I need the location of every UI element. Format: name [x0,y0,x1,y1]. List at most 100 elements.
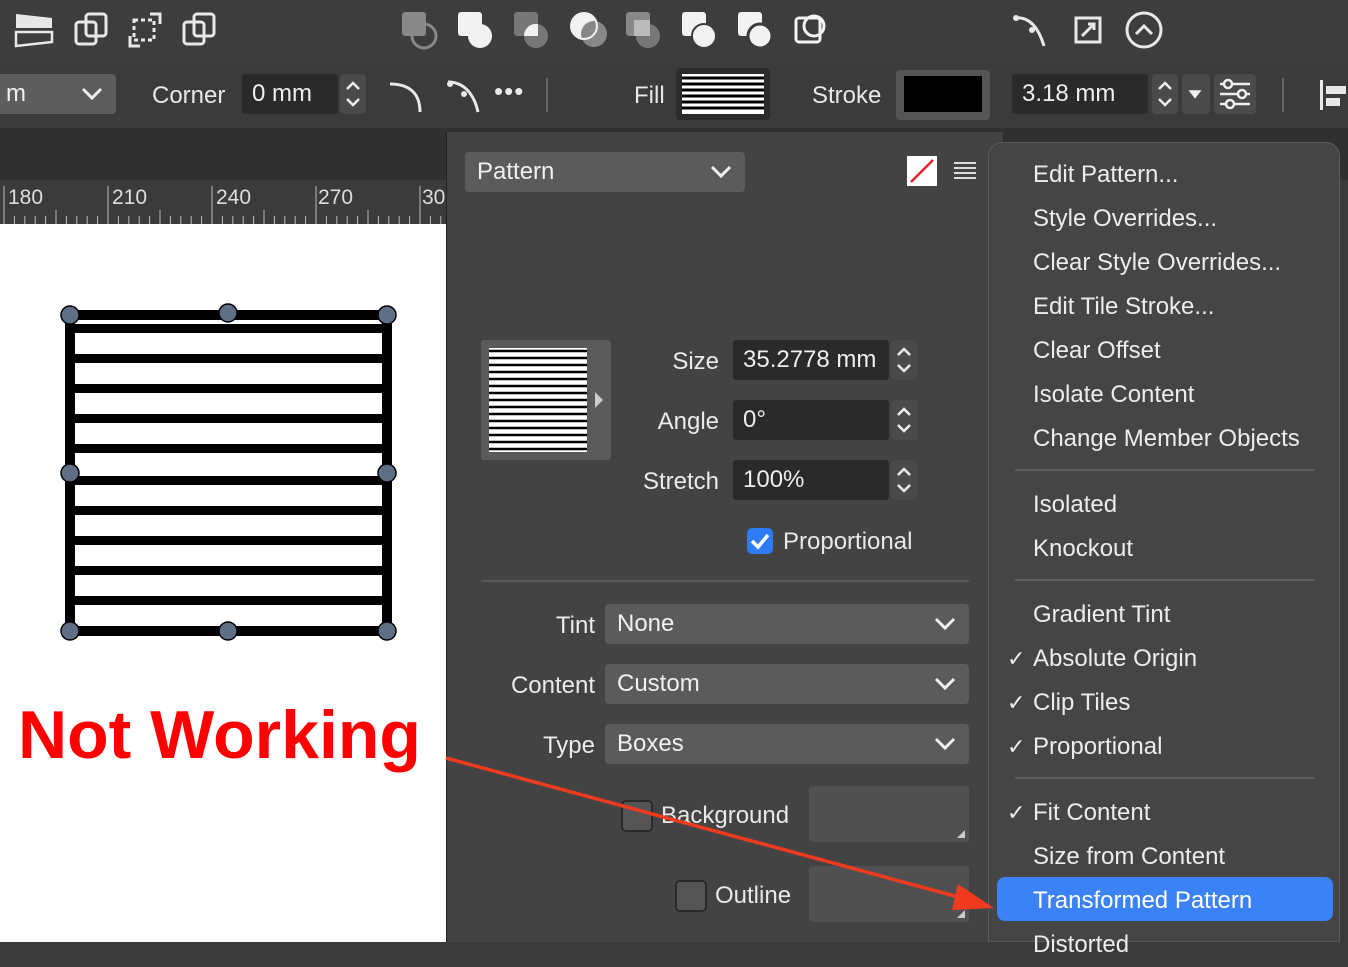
menu-item-change-member-objects[interactable]: Change Member Objects [1033,417,1300,461]
divider [1282,78,1284,112]
angle-stepper[interactable] [891,400,917,440]
subtract-icon[interactable] [398,8,442,52]
menu-item-absolute-origin[interactable]: Absolute Origin [1033,637,1197,681]
intersect-icon[interactable] [510,8,554,52]
more-icon[interactable]: ••• [494,76,524,107]
stretch-stepper[interactable] [891,460,917,500]
background-label: Background [661,802,790,829]
ruler-label: 240 [216,186,252,209]
angle-input[interactable]: 0° [733,400,889,440]
menu-item-edit-tile-stroke[interactable]: Edit Tile Stroke... [1033,285,1214,329]
path-tool-icon[interactable] [442,74,484,116]
ruler-label: 270 [318,186,354,209]
menu-item-knockout[interactable]: Knockout [1033,527,1133,571]
menu-item-distorted[interactable]: Distorted [1033,923,1129,967]
no-fill-icon[interactable] [907,156,937,186]
size-stepper[interactable] [891,340,917,380]
content-label: Content [510,672,595,699]
menu-item-clear-offset[interactable]: Clear Offset [1033,329,1161,373]
stroke-settings-icon[interactable] [1214,74,1256,114]
background-checkbox[interactable] [621,800,653,832]
stroke-swatch[interactable] [896,70,990,120]
type-label: Type [542,732,595,759]
menu-lines-icon[interactable] [951,156,979,186]
horizontal-ruler: 180 210 240 270 30 [0,180,446,225]
fill-type-dropdown[interactable]: Pattern [465,152,745,192]
type-dropdown[interactable]: Boxes [605,724,969,764]
menu-item-fit-content[interactable]: Fit Content [1033,791,1150,835]
check-icon: ✓ [1007,800,1026,825]
menu-item-clip-tiles[interactable]: Clip Tiles [1033,681,1130,725]
corner-type-icon[interactable] [386,76,430,116]
flip-icon[interactable] [12,8,56,52]
menu-item-style-overrides[interactable]: Style Overrides... [1033,197,1217,241]
fill-panel: Pattern Size 35.2778 mm Angle 0° Stretch… [446,132,1003,942]
divide-icon[interactable] [622,8,666,52]
ruler-label: 210 [112,186,148,209]
corner-stepper[interactable] [340,74,366,114]
chevron-down-icon [934,737,956,751]
menu-item-isolated[interactable]: Isolated [1033,483,1117,527]
stroke-width-stepper[interactable] [1152,74,1178,114]
align-icon[interactable] [124,8,168,52]
xor-icon[interactable] [566,8,610,52]
fill-swatch[interactable] [676,68,770,120]
check-icon: ✓ [1007,734,1026,759]
insert-icon[interactable] [790,8,834,52]
clip-icon[interactable] [734,8,778,52]
main-toolbar [0,0,1348,62]
proportional-label: Proportional [783,528,913,555]
context-toolbar: m Corner 0 mm ••• Fill Stroke 3.18 mm [0,62,1348,129]
menu-item-transformed-pattern[interactable]: Transformed Pattern [1033,879,1252,923]
outline-swatch[interactable] [809,866,969,922]
snap-icon[interactable] [1122,8,1166,52]
annotation-text: Not Working [18,697,421,773]
menu-item-size-from-content[interactable]: Size from Content [1033,835,1225,879]
chevron-down-icon [934,677,956,691]
stroke-label: Stroke [812,82,882,109]
tint-label: Tint [555,612,595,639]
chevron-down-icon [81,87,103,101]
menu-item-gradient-tint[interactable]: Gradient Tint [1033,593,1170,637]
rotate-left-icon[interactable] [68,8,112,52]
divider [546,78,548,112]
menu-item-edit-pattern[interactable]: Edit Pattern... [1033,153,1178,197]
pattern-preview[interactable] [481,340,611,460]
tint-dropdown[interactable]: None [605,604,969,644]
stroke-width-input[interactable]: 3.18 mm [1012,74,1148,114]
outline-checkbox[interactable] [675,880,707,912]
align-left-icon[interactable] [1316,76,1348,114]
menu-item-proportional[interactable]: Proportional [1033,725,1162,769]
rotate-right-icon[interactable] [178,8,222,52]
menu-separator [1015,579,1315,581]
fill-type-value: Pattern [477,158,555,185]
check-icon: ✓ [1007,690,1026,715]
proportional-checkbox[interactable] [747,528,773,554]
menu-item-clear-style-overrides[interactable]: Clear Style Overrides... [1033,241,1281,285]
menu-separator [1015,469,1315,471]
size-input[interactable]: 35.2778 mm [733,340,889,380]
corner-label: Corner [152,82,226,109]
add-icon[interactable] [454,8,498,52]
document-canvas[interactable]: Not Working [0,224,446,942]
transform-icon[interactable] [1066,8,1110,52]
background-swatch[interactable] [809,786,969,842]
node-icon[interactable] [1008,8,1052,52]
unit-dropdown[interactable]: m [0,74,116,114]
stretch-input[interactable]: 100% [733,460,889,500]
ruler-label: 30 [422,186,446,209]
stretch-label: Stretch [642,468,719,495]
fill-label: Fill [634,82,665,109]
pattern-shape[interactable] [0,224,446,942]
menu-item-isolate-content[interactable]: Isolate Content [1033,373,1194,417]
content-dropdown[interactable]: Custom [605,664,969,704]
unit-value: m [6,80,26,107]
stroke-width-dropdown[interactable] [1182,74,1210,114]
combine-icon[interactable] [678,8,722,52]
menu-separator [1015,777,1315,779]
ruler-label: 180 [8,186,44,209]
corner-input[interactable]: 0 mm [242,74,338,114]
size-label: Size [672,348,719,375]
tint-value: None [617,610,675,637]
divider [481,580,969,582]
